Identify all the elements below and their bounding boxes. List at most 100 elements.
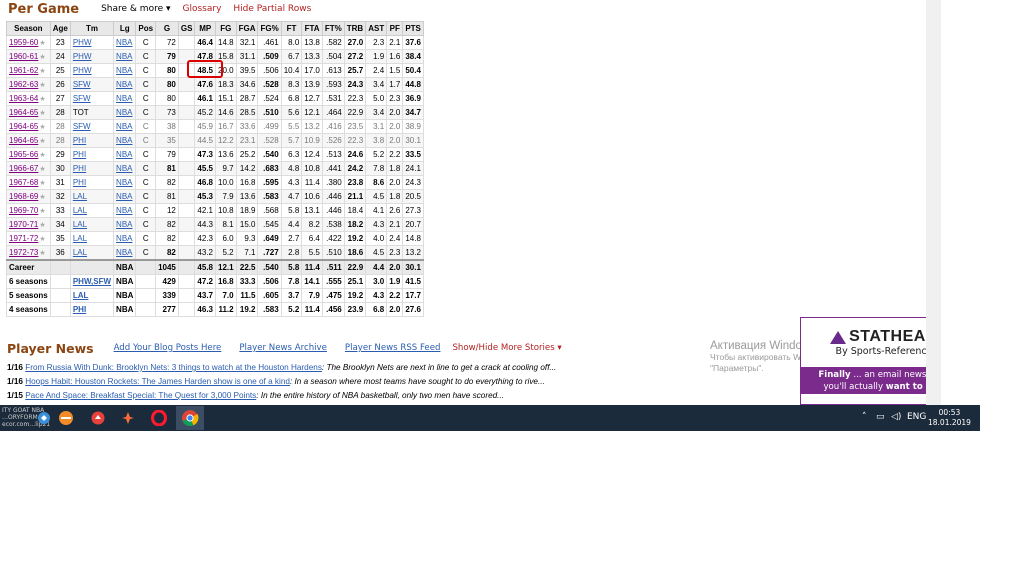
- news-link[interactable]: Pace And Space: Breakfast Special: The Q…: [25, 391, 256, 400]
- team-link[interactable]: PHI: [73, 178, 86, 187]
- season-link[interactable]: 1972-73: [9, 248, 38, 257]
- team-link[interactable]: SFW: [73, 94, 91, 103]
- league-link[interactable]: NBA: [116, 136, 132, 145]
- cell-ast: 3.0: [365, 274, 388, 289]
- season-link[interactable]: 1970-71: [9, 220, 38, 229]
- season-link[interactable]: 1963-64: [9, 94, 38, 103]
- volume-icon[interactable]: ◁): [891, 412, 901, 422]
- opera-icon[interactable]: [149, 408, 169, 428]
- league-link[interactable]: NBA: [116, 122, 132, 131]
- column-header[interactable]: FGA: [235, 21, 259, 36]
- team-link[interactable]: PHW: [73, 66, 92, 75]
- team-link[interactable]: LAL: [73, 248, 87, 257]
- team-link[interactable]: PHW,SFW: [73, 277, 111, 286]
- stathead-ad[interactable]: STATHEAD By Sports-Reference Finally ...…: [800, 317, 926, 405]
- column-header[interactable]: Lg: [113, 21, 137, 36]
- season-link[interactable]: 1968-69: [9, 192, 38, 201]
- column-header[interactable]: FG%: [257, 21, 282, 36]
- column-header[interactable]: Season: [6, 21, 51, 36]
- team-link[interactable]: SFW: [73, 122, 91, 131]
- season-link[interactable]: 1971-72: [9, 234, 38, 243]
- league-link[interactable]: NBA: [116, 52, 132, 61]
- taskbar-app-icon[interactable]: [34, 408, 54, 428]
- news-link[interactable]: From Russia With Dunk: Brooklyn Nets: 3 …: [25, 363, 322, 372]
- taskbar-clock[interactable]: 00:53 18.01.2019: [928, 408, 971, 428]
- taskbar-app-icon[interactable]: [56, 408, 76, 428]
- cell-ast: 1.9: [365, 49, 388, 64]
- network-icon[interactable]: ▭: [876, 412, 885, 422]
- glossary-link[interactable]: Glossary: [183, 4, 222, 14]
- column-header[interactable]: Pos: [135, 21, 157, 36]
- season-link[interactable]: 1964-65: [9, 108, 38, 117]
- league-link[interactable]: NBA: [116, 108, 132, 117]
- show-hide-stories-toggle[interactable]: Show/Hide More Stories ▾: [452, 343, 561, 353]
- taskbar-app-icon[interactable]: [118, 408, 138, 428]
- vertical-scrollbar[interactable]: [926, 0, 941, 405]
- column-header[interactable]: MP: [194, 21, 216, 36]
- team-link[interactable]: PHW: [73, 52, 92, 61]
- cell-fta: 13.1: [301, 203, 323, 218]
- team-link[interactable]: LAL: [73, 192, 87, 201]
- column-header[interactable]: TRB: [343, 21, 367, 36]
- league-link[interactable]: NBA: [116, 206, 132, 215]
- team-link[interactable]: LAL: [73, 220, 87, 229]
- season-link[interactable]: 1965-66: [9, 150, 38, 159]
- column-header[interactable]: PF: [386, 21, 404, 36]
- taskbar-active-app[interactable]: [176, 406, 204, 430]
- team-link[interactable]: LAL: [73, 234, 87, 243]
- language-indicator[interactable]: ENG: [907, 412, 926, 422]
- season-link[interactable]: 1960-61: [9, 52, 38, 61]
- column-header[interactable]: FTA: [301, 21, 323, 36]
- league-link[interactable]: NBA: [116, 66, 132, 75]
- column-header[interactable]: PTS: [402, 21, 424, 36]
- league-link[interactable]: NBA: [116, 150, 132, 159]
- column-header[interactable]: FT: [280, 21, 303, 36]
- league-link[interactable]: NBA: [116, 38, 132, 47]
- season-link[interactable]: 1964-65: [9, 136, 38, 145]
- league-link[interactable]: NBA: [116, 94, 132, 103]
- team-link[interactable]: PHW: [73, 38, 92, 47]
- column-header[interactable]: G: [155, 21, 179, 36]
- player-news-rss-link[interactable]: Player News RSS Feed: [345, 343, 441, 353]
- cell-lg: NBA: [113, 161, 137, 176]
- season-link[interactable]: 1967-68: [9, 178, 38, 187]
- stathead-promo-band[interactable]: Finally ... an email newsletter you'll a…: [801, 367, 926, 394]
- team-link[interactable]: PHI: [73, 305, 86, 314]
- season-link[interactable]: 1959-60: [9, 38, 38, 47]
- league-link[interactable]: NBA: [116, 192, 132, 201]
- league-link[interactable]: NBA: [116, 248, 132, 257]
- team-link[interactable]: PHI: [73, 164, 86, 173]
- taskbar-app-icon[interactable]: [88, 408, 108, 428]
- season-link[interactable]: 1964-65: [9, 122, 38, 131]
- column-header[interactable]: FT%: [321, 21, 345, 36]
- cell-ft: 6.8: [280, 91, 303, 106]
- column-header[interactable]: Tm: [69, 21, 115, 36]
- league-link[interactable]: NBA: [116, 164, 132, 173]
- season-link[interactable]: 1962-63: [9, 80, 38, 89]
- team-link[interactable]: LAL: [73, 291, 89, 300]
- season-link[interactable]: 1966-67: [9, 164, 38, 173]
- team-link[interactable]: PHI: [73, 150, 86, 159]
- team-link[interactable]: PHI: [73, 136, 86, 145]
- season-link[interactable]: 1969-70: [9, 206, 38, 215]
- player-news-archive-link[interactable]: Player News Archive: [239, 343, 327, 353]
- share-menu-button[interactable]: Share & more ▾: [101, 4, 170, 14]
- league-link[interactable]: NBA: [116, 220, 132, 229]
- column-header[interactable]: AST: [365, 21, 388, 36]
- column-header[interactable]: Age: [49, 21, 71, 36]
- summary-row: 4 seasons PHI NBA 277 46.3 11.2 19.2.583 5.2 11.…: [6, 302, 424, 317]
- league-link[interactable]: NBA: [116, 178, 132, 187]
- news-link[interactable]: Hoops Habit: Houston Rockets: The James …: [25, 377, 290, 386]
- star-icon: ★: [39, 40, 46, 47]
- tray-chevron-icon[interactable]: ˄: [862, 412, 867, 422]
- team-link[interactable]: LAL: [73, 206, 87, 215]
- league-link[interactable]: NBA: [116, 80, 132, 89]
- season-link[interactable]: 1961-62: [9, 66, 38, 75]
- cell-fgp: .506: [257, 63, 282, 78]
- hide-partial-rows-link[interactable]: Hide Partial Rows: [233, 4, 311, 14]
- column-header[interactable]: GS: [177, 21, 196, 36]
- league-link[interactable]: NBA: [116, 234, 132, 243]
- column-header[interactable]: FG: [215, 21, 237, 36]
- team-link[interactable]: SFW: [73, 80, 91, 89]
- add-blog-posts-link[interactable]: Add Your Blog Posts Here: [114, 343, 222, 353]
